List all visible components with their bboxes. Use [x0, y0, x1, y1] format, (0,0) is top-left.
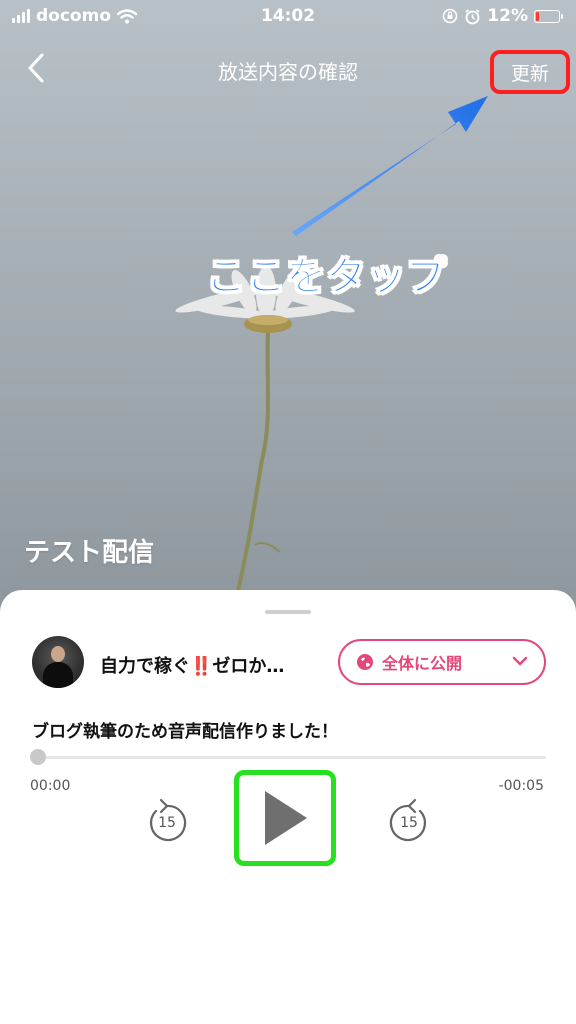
chevron-down-icon — [512, 656, 528, 666]
visibility-label: 全体に公開 — [382, 654, 463, 673]
episode-description: ブログ執筆のため音声配信作りました！ — [32, 722, 338, 742]
progress-thumb[interactable] — [30, 749, 46, 765]
sheet-drag-handle[interactable] — [265, 610, 311, 614]
elapsed-time: 00:00 — [30, 778, 71, 794]
skip-forward-seconds: 15 — [400, 815, 418, 831]
visibility-dropdown[interactable]: 全体に公開 — [338, 639, 546, 685]
player-sheet: 自力で稼ぐ‼️ゼロか… 全体に公開 ブログ執筆のため音声配信作りました！ 00:… — [0, 590, 576, 1024]
channel-name-suffix: ゼロか… — [212, 656, 285, 677]
play-button[interactable] — [234, 770, 336, 866]
remaining-time: -00:05 — [498, 778, 544, 794]
avatar[interactable] — [32, 636, 84, 688]
globe-icon — [357, 654, 373, 670]
annotation-label: ここをタップ — [206, 254, 447, 301]
skip-back-seconds: 15 — [158, 815, 176, 831]
channel-name-prefix: 自力で稼ぐ — [100, 656, 190, 677]
skip-back-button[interactable]: 15 — [144, 796, 190, 844]
skip-forward-button[interactable]: 15 — [386, 796, 432, 844]
broadcast-title: テスト配信 — [24, 538, 155, 568]
double-exclamation-icon: ‼️ — [190, 656, 213, 677]
channel-name[interactable]: 自力で稼ぐ‼️ゼロか… — [100, 652, 284, 678]
progress-track[interactable] — [36, 756, 546, 759]
play-icon — [265, 791, 307, 845]
